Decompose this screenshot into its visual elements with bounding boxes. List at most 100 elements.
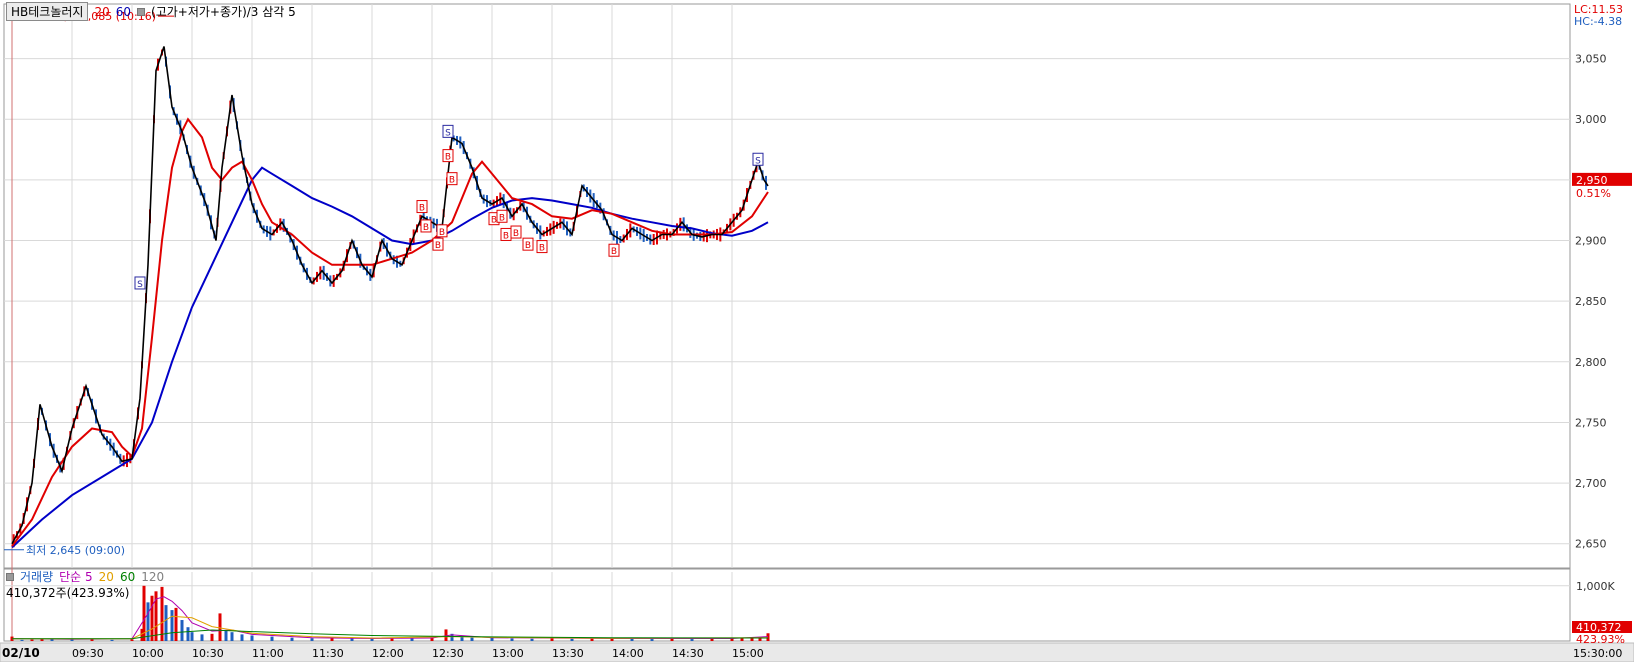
- volume-bar: [110, 639, 114, 641]
- triangle5-series-line: [11, 46, 769, 545]
- y-tick-label: 2,700: [1575, 477, 1607, 490]
- x-tick-label: 11:30: [312, 647, 344, 660]
- buy-signal-label: B: [499, 213, 505, 223]
- buy-signal-label: B: [513, 229, 519, 239]
- x-tick-label: 11:00: [252, 647, 284, 660]
- volume-legend: 거래량 단순 5 20 60 120: [6, 568, 164, 585]
- volume-bar: [290, 637, 294, 641]
- volume-bar: [224, 629, 228, 641]
- buy-signal-label: B: [449, 176, 455, 186]
- buy-signal-label: B: [611, 247, 617, 257]
- x-tick-label: 13:30: [552, 647, 584, 660]
- volume-bar: [470, 637, 474, 641]
- buy-signal-label: B: [419, 204, 425, 214]
- last-change-label: 0.51%: [1576, 187, 1611, 200]
- y-tick-label: 2,900: [1575, 235, 1607, 248]
- volume-bar: [210, 633, 214, 641]
- x-tick-label: 14:00: [612, 647, 644, 660]
- stock-name-label[interactable]: HB테크놀러지: [6, 2, 89, 21]
- volume-legend-ma60: 60: [119, 569, 136, 584]
- volume-bar: [740, 638, 744, 641]
- volume-bar: [410, 638, 414, 641]
- y-tick-label: 2,650: [1575, 538, 1607, 551]
- volume-bar: [270, 636, 274, 641]
- buy-signal-label: B: [435, 241, 441, 251]
- volume-legend-ma5: 단순 5: [59, 570, 93, 584]
- buy-signal-label: B: [525, 241, 531, 251]
- sell-signal-label: S: [137, 280, 143, 290]
- buy-signal-label: B: [423, 223, 429, 233]
- volume-bar: [186, 627, 190, 641]
- ma20-legend: 20: [94, 4, 110, 19]
- chart-canvas[interactable]: 2,650 2,700 2,750 2,800 2,850 2,900 2,950 3,000…: [0, 0, 1634, 663]
- volume-bar: [310, 638, 314, 641]
- x-tick-label: 14:30: [672, 647, 704, 660]
- volume-square-icon: [6, 572, 14, 581]
- volume-bar: [650, 639, 654, 641]
- volume-bar: [20, 639, 24, 641]
- volume-bar: [590, 638, 594, 641]
- volume-bar: [130, 639, 134, 641]
- volume-bar: [370, 638, 374, 641]
- volume-bar: [164, 605, 168, 641]
- x-tick-label: 15:00: [732, 647, 764, 660]
- x-tick-label: 15:30:00: [1573, 647, 1622, 660]
- buy-signal-label: B: [503, 231, 509, 241]
- volume-summary: 410,372주(423.93%): [6, 586, 130, 600]
- volume-bar: [570, 638, 574, 641]
- buy-signal-label: B: [445, 153, 451, 163]
- volume-bar: [200, 634, 204, 641]
- y-tick-label: 2,800: [1575, 356, 1607, 369]
- ma60-series-line: [11, 166, 769, 549]
- volume-bar: [218, 613, 222, 641]
- date-tick-label: 02/10: [2, 646, 40, 660]
- sell-signal-label: S: [445, 128, 451, 138]
- last-price-label: 2,950: [1576, 174, 1608, 187]
- last-ratio-label: 423.93%: [1576, 633, 1625, 646]
- ma60-legend: 60: [115, 4, 132, 19]
- y-tick-label: 3,000: [1575, 113, 1607, 126]
- buy-signal-label: B: [439, 228, 445, 238]
- volume-legend-ma20: 20: [98, 569, 114, 584]
- volume-bar: [170, 610, 174, 641]
- volume-bar: [250, 635, 254, 641]
- x-tick-label: 10:00: [132, 647, 164, 660]
- volume-bar: [174, 607, 178, 641]
- sell-signal-label: S: [755, 156, 761, 166]
- x-tick-label: 09:30: [72, 647, 104, 660]
- volume-bar: [630, 638, 634, 641]
- volume-bar: [490, 637, 494, 641]
- volume-bar: [550, 638, 554, 641]
- volume-bar: [690, 639, 694, 641]
- volume-tick-label: 1,000K: [1576, 580, 1615, 593]
- volume-bar: [146, 602, 150, 641]
- volume-panel-frame: [3, 568, 1571, 642]
- volume-bar: [160, 586, 164, 641]
- volume-bar: [460, 637, 464, 641]
- x-tick-label: 13:00: [492, 647, 524, 660]
- volume-legend-ma120: 120: [141, 569, 165, 584]
- buy-signal-label: B: [491, 216, 497, 226]
- volume-bar: [240, 634, 244, 641]
- volume-bar: [30, 639, 34, 641]
- volume-bar: [530, 638, 534, 641]
- y-tick-label: 2,750: [1575, 416, 1607, 429]
- stock-chart[interactable]: 2,650 2,700 2,750 2,800 2,850 2,900 2,950 3,000…: [0, 0, 1634, 663]
- volume-bar: [710, 638, 714, 641]
- volume-bar: [230, 632, 234, 641]
- volume-bar: [190, 632, 194, 641]
- price-legend: HB테크놀러지 20 60 (고가+저가+종가)/3 삼각 5: [6, 2, 296, 21]
- volume-bar: [670, 638, 674, 641]
- x-tick-label: 12:00: [372, 647, 404, 660]
- low-annotation: 최저 2,645 (09:00): [26, 544, 125, 557]
- hc-label: HC:-4.38: [1574, 15, 1622, 28]
- ma20-series-line: [11, 117, 769, 547]
- buy-signal-label: B: [539, 244, 545, 254]
- y-tick-label: 2,850: [1575, 295, 1607, 308]
- volume-bar: [70, 639, 74, 641]
- x-tick-label: 10:30: [192, 647, 224, 660]
- y-tick-label: 3,050: [1575, 53, 1607, 66]
- volume-bar: [180, 620, 184, 641]
- indicator-legend: (고가+저가+종가)/3 삼각 5: [151, 5, 296, 19]
- volume-bar: [150, 595, 154, 641]
